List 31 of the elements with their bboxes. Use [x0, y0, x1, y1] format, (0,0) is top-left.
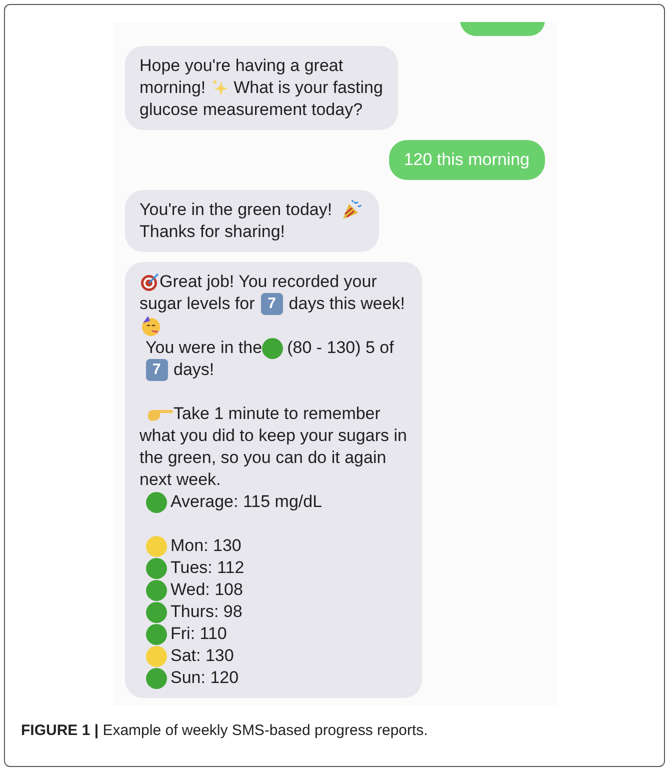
target-icon: [140, 272, 160, 292]
message-text: Sat: 130: [170, 645, 234, 667]
message-text: the green, so you can do it again: [140, 447, 386, 469]
message-text: What is your fasting: [234, 77, 383, 99]
keycap: 7: [260, 293, 283, 315]
message-text: Thurs: 98: [170, 601, 242, 623]
message-text: morning!: [140, 77, 206, 99]
message-text: what you did to keep your sugars in: [140, 425, 407, 447]
message-text: Mon: 130: [170, 535, 242, 557]
message-text: 120 this morning: [404, 149, 530, 171]
message-text: Average: 115 mg/dL: [170, 491, 322, 513]
message-text: days this week!: [288, 293, 406, 315]
message-text: You're in the green today!: [140, 199, 332, 221]
message-text: Take 1 minute to remember: [174, 403, 380, 425]
message-text: Great job! You recorded your: [160, 271, 377, 293]
message-text: glucose measurement today?: [140, 99, 363, 121]
message-text: Wed: 108: [170, 579, 243, 601]
message-text: Tues: 112: [170, 557, 244, 579]
party-popper-icon: [340, 198, 364, 222]
message-text: next week.: [140, 469, 221, 491]
message-text: (80 - 130) 5 of: [287, 337, 394, 359]
figure-caption: FIGURE 1 | Example of weekly SMS-based progress reports.: [21, 722, 428, 739]
keycap: 7: [146, 359, 168, 381]
message-text: days!: [174, 359, 214, 381]
message-text: Sun: 120: [170, 667, 239, 689]
message-text: You were in the: [146, 337, 262, 359]
message-text: Hope you're having a great: [140, 55, 344, 77]
message-text: Fri: 110: [170, 623, 227, 645]
message-text: Thanks for sharing!: [140, 221, 286, 243]
message-text: sugar levels for: [140, 293, 255, 315]
party-face-icon: [140, 315, 162, 337]
